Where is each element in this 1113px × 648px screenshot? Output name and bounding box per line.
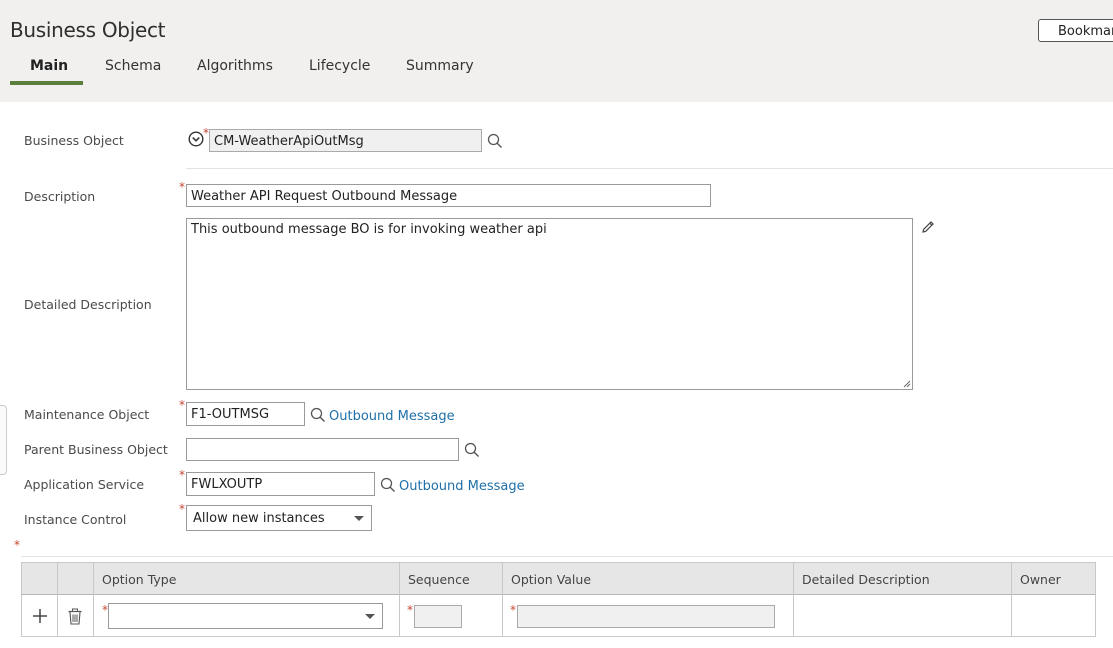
grid-cell-sequence: * <box>400 595 503 637</box>
chevron-down-icon <box>365 614 375 619</box>
option-type-select[interactable] <box>108 603 383 629</box>
grid-cell-owner <box>1012 595 1096 637</box>
grid-header-option-value: Option Value <box>503 562 794 595</box>
required-marker: * <box>179 502 185 516</box>
grid-cell-option-value: * <box>503 595 794 637</box>
chevron-circle-icon[interactable] <box>188 131 204 147</box>
maintenance-object-link[interactable]: Outbound Message <box>329 409 455 424</box>
tab-algorithms[interactable]: Algorithms <box>197 58 273 74</box>
business-object-label: Business Object <box>24 133 124 148</box>
tab-schema[interactable]: Schema <box>105 58 161 74</box>
detailed-description-text: This outbound message BO is for invoking… <box>191 222 547 237</box>
description-field[interactable]: Weather API Request Outbound Message <box>186 184 711 207</box>
tab-lifecycle[interactable]: Lifecycle <box>309 58 370 74</box>
required-marker: * <box>14 538 20 552</box>
tab-summary[interactable]: Summary <box>406 58 474 74</box>
application-service-label: Application Service <box>24 477 145 492</box>
grid-cell-delete <box>58 595 94 637</box>
side-panel-handle[interactable] <box>0 405 7 475</box>
section-divider <box>186 168 1113 169</box>
add-icon[interactable] <box>32 608 48 624</box>
required-marker: * <box>179 180 185 194</box>
resize-handle-icon[interactable] <box>903 380 911 388</box>
parent-business-object-field[interactable] <box>186 438 459 461</box>
tab-main[interactable]: Main <box>30 58 68 74</box>
grid-cell-detailed-description <box>794 595 1012 637</box>
bookmark-button[interactable]: Bookmark <box>1038 19 1113 42</box>
pencil-icon[interactable] <box>920 219 936 235</box>
grid-divider <box>21 556 1113 557</box>
detailed-description-textarea[interactable]: This outbound message BO is for invoking… <box>186 218 913 390</box>
instance-control-label: Instance Control <box>24 512 127 527</box>
search-icon[interactable] <box>380 477 396 493</box>
required-marker: * <box>407 603 413 617</box>
chevron-down-icon <box>354 516 364 521</box>
active-tab-indicator <box>10 81 83 85</box>
grid-header-blank <box>21 562 58 595</box>
grid-header-blank <box>58 562 94 595</box>
search-icon[interactable] <box>487 133 503 149</box>
maintenance-object-field[interactable]: F1-OUTMSG <box>186 402 305 426</box>
parent-business-object-label: Parent Business Object <box>24 442 168 457</box>
grid-header-option-type: Option Type <box>94 562 400 595</box>
detailed-description-label: Detailed Description <box>24 297 152 312</box>
sequence-field[interactable] <box>414 605 462 628</box>
trash-icon[interactable] <box>67 608 83 625</box>
grid-cell-option-type: * <box>94 595 400 637</box>
page-header: Business Object Bookmark Main Schema Alg… <box>0 0 1113 102</box>
business-object-field[interactable]: CM-WeatherApiOutMsg <box>209 129 482 152</box>
description-label: Description <box>24 189 96 204</box>
grid-cell-add <box>21 595 58 637</box>
grid-header-detailed-description: Detailed Description <box>794 562 1012 595</box>
required-marker: * <box>510 603 516 617</box>
grid-header-owner: Owner <box>1012 562 1096 595</box>
search-icon[interactable] <box>310 407 326 423</box>
instance-control-value: Allow new instances <box>193 511 325 526</box>
search-icon[interactable] <box>464 442 480 458</box>
option-value-field[interactable] <box>517 605 775 628</box>
required-marker: * <box>179 398 185 412</box>
application-service-link[interactable]: Outbound Message <box>399 479 525 494</box>
page-title: Business Object <box>10 18 166 42</box>
grid-header-sequence: Sequence <box>400 562 503 595</box>
application-service-field[interactable]: FWLXOUTP <box>186 472 375 496</box>
maintenance-object-label: Maintenance Object <box>24 407 150 422</box>
instance-control-select[interactable]: Allow new instances <box>186 505 372 531</box>
required-marker: * <box>179 468 185 482</box>
